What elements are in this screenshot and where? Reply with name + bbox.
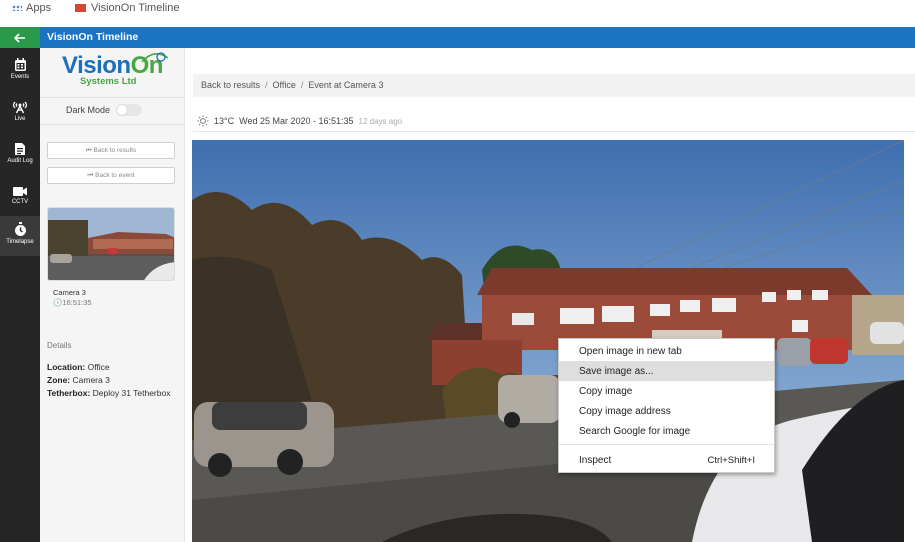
visionon-favicon-icon xyxy=(75,4,86,12)
menu-item-label: Save image as... xyxy=(579,365,654,377)
event-info: 13°C Wed 25 Mar 2020 - 16:51:35 12 days … xyxy=(197,115,402,127)
app-topbar: VisionOn Timeline xyxy=(0,27,915,48)
breadcrumb-separator: / xyxy=(265,80,268,90)
bookmark-visionon-label: VisionOn Timeline xyxy=(91,2,180,14)
back-button[interactable] xyxy=(0,27,40,48)
rail-label-live: Live xyxy=(14,116,26,122)
rail-label-timelapse: Timelapse xyxy=(6,239,34,245)
dark-mode-toggle[interactable] xyxy=(116,104,143,116)
event-side-panel: VisionOn Systems Ltd Dark Mode ⏮ Back to… xyxy=(40,48,185,542)
info-divider xyxy=(193,131,915,132)
breadcrumb-back-to-results[interactable]: Back to results xyxy=(201,80,260,90)
menu-item-inspect[interactable]: Inspect Ctrl+Shift+I xyxy=(559,450,774,470)
rail-item-live[interactable]: Live xyxy=(0,96,40,130)
logo-brand-vision: Vision xyxy=(62,52,131,79)
menu-separator xyxy=(559,444,774,445)
detail-tetherbox-value: Deploy 31 Tetherbox xyxy=(90,388,171,398)
menu-item-shortcut: Ctrl+Shift+I xyxy=(707,454,755,466)
detail-location: Location: Office xyxy=(47,362,110,372)
dark-mode-label: Dark Mode xyxy=(66,105,111,115)
temperature: 13°C xyxy=(214,116,235,126)
rail-label-cctv: CCTV xyxy=(11,199,29,205)
menu-item-save-image-as[interactable]: Save image as... xyxy=(559,361,774,381)
breadcrumb-office[interactable]: Office xyxy=(273,80,296,90)
stopwatch-icon xyxy=(14,222,26,236)
event-ago: 12 days ago xyxy=(358,116,403,126)
detail-tetherbox: Tetherbox: Deploy 31 Tetherbox xyxy=(47,388,170,398)
logo-subtitle: Systems Ltd xyxy=(80,76,137,87)
menu-item-copy-image-address[interactable]: Copy image address xyxy=(559,401,774,421)
thumbnail-camera-name: Camera 3 xyxy=(53,288,86,297)
details-heading: Details xyxy=(47,341,72,350)
event-thumbnail-image xyxy=(48,208,174,280)
context-menu: Open image in new tab Save image as... C… xyxy=(558,338,775,473)
back-to-event-button[interactable]: ⏮ Back to event xyxy=(47,167,175,184)
bookmark-apps[interactable]: Apps xyxy=(12,2,51,14)
menu-item-copy-image[interactable]: Copy image xyxy=(559,381,774,401)
calendar-icon xyxy=(14,58,26,71)
bookmark-visionon[interactable]: VisionOn Timeline xyxy=(75,2,179,14)
detail-tetherbox-key: Tetherbox: xyxy=(47,388,91,398)
detail-location-key: Location: xyxy=(47,362,86,372)
detail-zone-key: Zone: xyxy=(47,375,71,385)
thumbnail-time: 🕓16:51:35 xyxy=(53,298,92,307)
event-image[interactable] xyxy=(192,140,904,542)
arrow-left-icon xyxy=(14,32,25,43)
menu-item-label: Copy image xyxy=(579,385,633,397)
document-icon xyxy=(15,143,25,155)
apps-grid-icon xyxy=(12,5,22,11)
detail-zone-value: Camera 3 xyxy=(70,375,110,385)
event-thumbnail[interactable] xyxy=(47,207,175,281)
nav-rail: Events Live Audit Log CCTV Timelapse xyxy=(0,48,40,542)
event-datetime: Wed 25 Mar 2020 - 16:51:35 xyxy=(239,116,354,126)
detail-location-value: Office xyxy=(85,362,110,372)
panel-divider xyxy=(40,124,185,125)
sun-icon xyxy=(197,115,209,127)
broadcast-icon xyxy=(12,101,28,114)
menu-item-open-image-new-tab[interactable]: Open image in new tab xyxy=(559,341,774,361)
menu-item-label: Copy image address xyxy=(579,405,671,417)
bookmarks-bar: Apps VisionOn Timeline xyxy=(0,0,915,27)
panel-divider xyxy=(40,97,185,98)
back-to-results-button[interactable]: ⏮ Back to results xyxy=(47,142,175,159)
logo-swoosh-icon xyxy=(141,52,169,63)
rail-label-audit-log: Audit Log xyxy=(7,158,33,164)
event-image-scene xyxy=(192,140,904,542)
video-camera-icon xyxy=(13,187,27,196)
detail-zone: Zone: Camera 3 xyxy=(47,375,110,385)
rail-item-events[interactable]: Events xyxy=(0,54,40,88)
menu-item-label: Search Google for image xyxy=(579,425,691,437)
breadcrumb: Back to results / Office / Event at Camera 3 xyxy=(193,74,915,97)
visionon-logo: VisionOn Systems Ltd xyxy=(62,52,172,94)
rail-label-events: Events xyxy=(10,74,30,80)
dark-mode-row: Dark Mode xyxy=(66,104,143,116)
menu-item-label: Open image in new tab xyxy=(579,345,682,357)
breadcrumb-separator: / xyxy=(300,80,304,90)
rail-item-cctv[interactable]: CCTV xyxy=(0,180,40,214)
rail-item-audit-log[interactable]: Audit Log xyxy=(0,138,40,172)
breadcrumb-event: Event at Camera 3 xyxy=(308,80,384,90)
bookmark-apps-label: Apps xyxy=(26,2,52,14)
menu-item-label: Inspect xyxy=(579,454,612,466)
menu-item-search-google-image[interactable]: Search Google for image xyxy=(559,421,774,441)
rail-item-timelapse[interactable]: Timelapse xyxy=(0,216,40,256)
app-title: VisionOn Timeline xyxy=(47,31,139,43)
